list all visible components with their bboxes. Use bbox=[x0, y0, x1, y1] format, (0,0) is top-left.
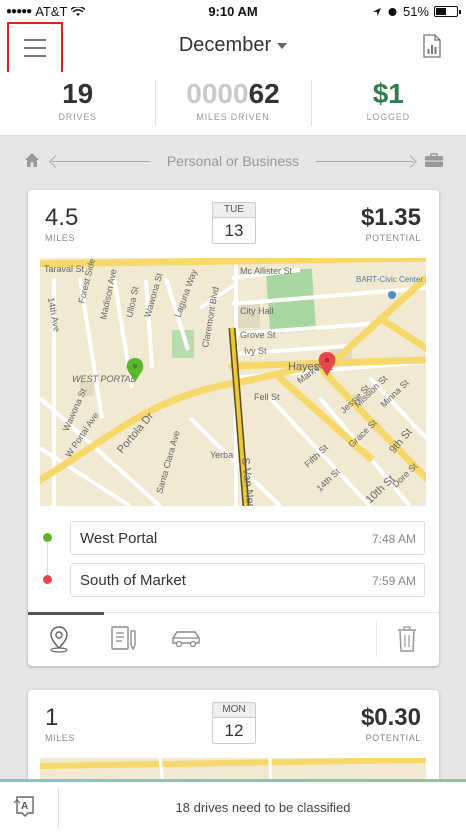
end-location-name: South of Market bbox=[80, 572, 186, 589]
battery-percent: 51% bbox=[402, 4, 429, 19]
classify-message: 18 drives need to be classified bbox=[175, 800, 351, 815]
miles-stat[interactable]: 000062 MILES DRIVEN bbox=[155, 72, 310, 135]
chevron-down-icon bbox=[277, 42, 288, 49]
drive-date: TUE 13 bbox=[212, 202, 256, 244]
drive-miles: 4.5 bbox=[45, 204, 79, 231]
home-icon bbox=[25, 153, 39, 167]
start-location-name: West Portal bbox=[80, 530, 158, 547]
drives-count: 19 bbox=[62, 78, 94, 109]
drive-day: 12 bbox=[224, 721, 244, 740]
map-label: Grove St bbox=[240, 330, 276, 340]
month-label: December bbox=[178, 34, 272, 56]
drive-day: 13 bbox=[224, 221, 244, 240]
report-chart-icon[interactable] bbox=[422, 34, 442, 58]
start-dot-icon bbox=[43, 533, 52, 542]
drive-weekday: MON bbox=[213, 703, 255, 718]
logged-label: LOGGED bbox=[366, 112, 410, 122]
end-time: 7:59 AM bbox=[371, 574, 416, 588]
classify-hint-text: Personal or Business bbox=[166, 153, 300, 169]
drive-card[interactable]: 4.5 MILES TUE 13 $1.35 POTENTIAL Taraval… bbox=[28, 190, 439, 666]
route-connector bbox=[47, 537, 48, 580]
battery-icon bbox=[434, 6, 461, 17]
alarm-icon bbox=[388, 8, 397, 16]
briefcase-icon bbox=[425, 153, 443, 167]
map-label: Yerba bbox=[210, 450, 233, 460]
monthly-stats: 19 DRIVES 000062 MILES DRIVEN $1 LOGGED bbox=[0, 72, 466, 136]
end-location-field[interactable]: South of Market 7:59 AM bbox=[70, 563, 425, 597]
arrow-right bbox=[316, 161, 414, 162]
drive-potential-value: $1.35 bbox=[360, 204, 421, 231]
drive-potential-label: POTENTIAL bbox=[365, 733, 421, 743]
month-selector[interactable]: December bbox=[0, 34, 466, 57]
miles-placeholder-digits: 0000 bbox=[186, 78, 249, 109]
map-label: BART-Civic Center & UN Plaza bbox=[356, 275, 426, 284]
trash-icon[interactable] bbox=[396, 625, 418, 653]
classify-hint: Personal or Business bbox=[0, 148, 466, 176]
drive-potential-label: POTENTIAL bbox=[365, 233, 421, 243]
drives-stat[interactable]: 19 DRIVES bbox=[0, 72, 155, 135]
classify-banner[interactable]: A 18 drives need to be classified bbox=[0, 779, 466, 833]
map-label: WEST PORTAL bbox=[72, 374, 136, 384]
map-label: Taraval St bbox=[44, 264, 85, 274]
notes-icon[interactable] bbox=[110, 625, 138, 653]
start-time: 7:48 AM bbox=[371, 532, 416, 546]
location-arrow-icon bbox=[372, 7, 381, 16]
drive-miles: 1 bbox=[45, 704, 59, 731]
auto-classify-icon[interactable]: A bbox=[12, 793, 38, 819]
route-map[interactable]: Taraval St 14th Ave Forest Side Ave Madi… bbox=[40, 258, 426, 506]
logged-stat[interactable]: $1 LOGGED bbox=[310, 72, 466, 135]
start-location-field[interactable]: West Portal 7:48 AM bbox=[70, 521, 425, 555]
map-label: Ivy St bbox=[244, 346, 267, 356]
status-bar: ●●●●● AT&T 9:10 AM 51% bbox=[0, 0, 466, 24]
miles-count: 62 bbox=[248, 78, 280, 109]
drive-actions bbox=[28, 612, 439, 666]
drive-potential-value: $0.30 bbox=[360, 704, 421, 731]
drive-weekday: TUE bbox=[213, 203, 255, 218]
battery-fill bbox=[436, 8, 446, 15]
app-header: December bbox=[0, 22, 466, 74]
miles-label: MILES DRIVEN bbox=[196, 112, 270, 122]
map-label: Fell St bbox=[254, 392, 280, 402]
banner-divider bbox=[58, 788, 59, 828]
location-pin-icon[interactable] bbox=[48, 625, 70, 653]
actions-divider bbox=[376, 621, 377, 657]
selected-tab-indicator bbox=[28, 612, 104, 615]
map-label: City Hall bbox=[240, 306, 274, 316]
car-icon[interactable] bbox=[170, 625, 202, 653]
drive-date: MON 12 bbox=[212, 702, 256, 744]
map-label: Mc Allister St bbox=[240, 266, 293, 276]
logged-amount: $1 bbox=[372, 78, 404, 109]
drive-miles-unit: MILES bbox=[45, 733, 76, 743]
svg-text:A: A bbox=[21, 801, 28, 812]
transit-station-icon bbox=[388, 291, 396, 299]
drives-label: DRIVES bbox=[58, 112, 97, 122]
arrow-left bbox=[52, 161, 150, 162]
end-dot-icon bbox=[43, 575, 52, 584]
drive-miles-unit: MILES bbox=[45, 233, 76, 243]
